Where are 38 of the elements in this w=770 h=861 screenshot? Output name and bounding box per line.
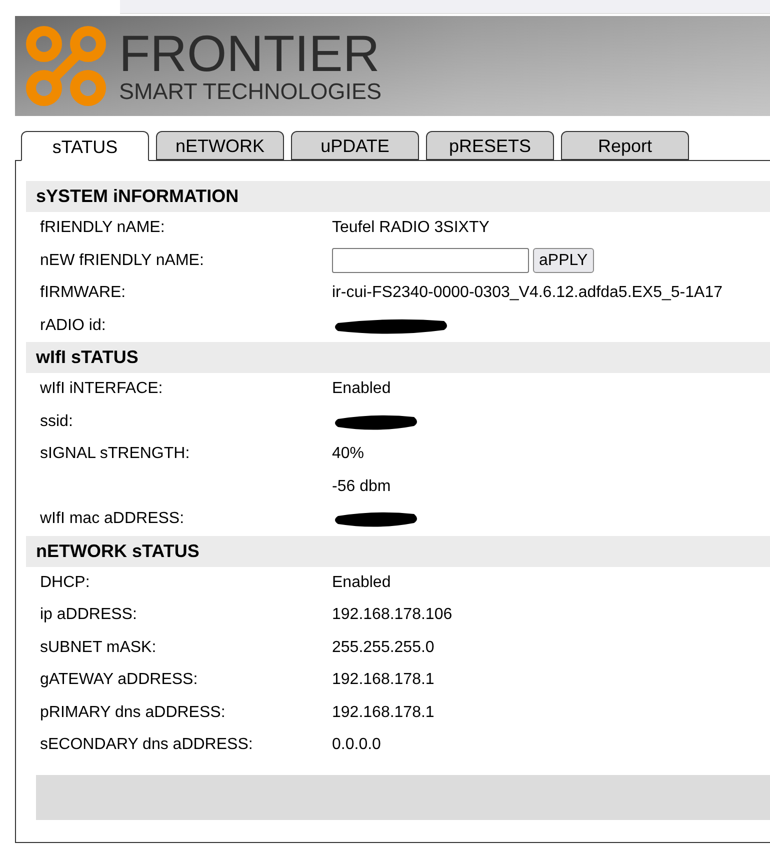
apply-button[interactable]: aPPLY: [533, 248, 594, 274]
field-label: fRIENDLY nAME:: [40, 219, 165, 236]
field-label: wIfI mac aDDRESS:: [40, 510, 184, 528]
logo-icon: [25, 25, 107, 107]
logo-tagline: SMART TECHNOLOGIES: [119, 81, 382, 104]
field-value: 0.0.0.0: [332, 736, 381, 754]
field-label: wIfI iNTERFACE:: [40, 380, 163, 398]
section-heading: wIfI sTATUS: [26, 342, 770, 373]
field-label: sUBNET mASK:: [40, 638, 156, 656]
tab[interactable]: Report: [561, 131, 689, 160]
tab[interactable]: nETWORK: [156, 131, 284, 160]
field-value: 192.168.178.106: [332, 606, 452, 624]
tab[interactable]: uPDATE: [291, 131, 419, 160]
name-input-field[interactable]: [332, 248, 529, 274]
field-label: rADIO id:: [40, 316, 106, 334]
field-label: ip aDDRESS:: [40, 606, 137, 624]
field-label: ssid:: [40, 412, 73, 430]
tab[interactable]: pRESETS: [426, 131, 554, 160]
field-value: 192.168.178.1: [332, 671, 434, 690]
field-label: nEW fRIENDLY nAME:: [40, 252, 204, 269]
field-label: sECONDARY dns aDDRESS:: [40, 736, 253, 754]
field-value: ir-cui-FS2340-0000-0303_V4.6.12.adfda5.EX5_5-1A17: [332, 284, 722, 302]
logo-name: FRONTIER: [119, 28, 381, 80]
tab[interactable]: sTATUS: [21, 131, 149, 161]
field-label: fIRMWARE:: [40, 284, 126, 302]
field-value: Enabled: [332, 574, 391, 592]
field-label: DHCP:: [40, 574, 90, 591]
section-heading: sYSTEM iNFORMATION: [26, 181, 770, 212]
field-label: pRIMARY dns aDDRESS:: [40, 704, 226, 721]
field-value: Teufel RADIO 3SIXTY: [332, 219, 490, 238]
field-value: -56 dbm: [332, 478, 391, 496]
field-value: Enabled: [332, 380, 391, 398]
field-label: gATEWAY aDDRESS:: [40, 671, 198, 688]
field-value: 40%: [332, 445, 364, 464]
field-value: 255.255.255.0: [332, 638, 434, 657]
field-value: 192.168.178.1: [332, 704, 434, 722]
section-heading: nETWORK sTATUS: [26, 536, 770, 566]
field-label: sIGNAL sTRENGTH:: [40, 445, 190, 462]
